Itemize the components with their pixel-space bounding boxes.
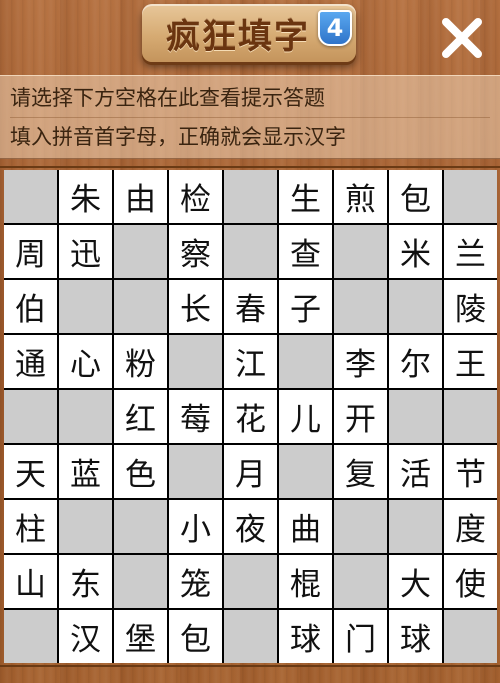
grid-cell[interactable]: 兰	[444, 225, 497, 278]
grid-cell[interactable]: 东	[59, 555, 112, 608]
grid-cell[interactable]: 夜	[224, 500, 277, 553]
hint-line-2: 填入拼音首字母，正确就会显示汉字	[10, 125, 346, 149]
grid-cell[interactable]: 门	[334, 610, 387, 663]
grid-cell-empty[interactable]	[224, 555, 277, 608]
grid-cell-empty[interactable]	[4, 170, 57, 223]
grid-cell[interactable]: 度	[444, 500, 497, 553]
grid-cell[interactable]: 活	[389, 445, 442, 498]
grid-cell[interactable]: 江	[224, 335, 277, 388]
grid-cell[interactable]: 曲	[279, 500, 332, 553]
crossword-grid: 朱由检生煎包周迅察查米兰伯长春子陵通心粉江李尔王红莓花儿开天蓝色月复活节柱小夜曲…	[4, 170, 497, 663]
grid-cell-empty[interactable]	[334, 225, 387, 278]
grid-cell-empty[interactable]	[444, 610, 497, 663]
grid-cell-empty[interactable]	[224, 170, 277, 223]
grid-cell[interactable]: 球	[279, 610, 332, 663]
header-bar: 疯狂填字 4	[0, 0, 500, 75]
grid-cell[interactable]: 开	[334, 390, 387, 443]
grid-cell-empty[interactable]	[4, 610, 57, 663]
grid-cell[interactable]: 迅	[59, 225, 112, 278]
grid-cell[interactable]: 查	[279, 225, 332, 278]
grid-cell[interactable]: 儿	[279, 390, 332, 443]
grid-cell-empty[interactable]	[389, 390, 442, 443]
close-icon	[442, 18, 482, 58]
crossword-board: 朱由检生煎包周迅察查米兰伯长春子陵通心粉江李尔王红莓花儿开天蓝色月复活节柱小夜曲…	[0, 166, 500, 667]
grid-cell[interactable]: 李	[334, 335, 387, 388]
grid-cell-empty[interactable]	[389, 500, 442, 553]
grid-cell-empty[interactable]	[334, 500, 387, 553]
grid-cell[interactable]: 花	[224, 390, 277, 443]
grid-cell[interactable]: 堡	[114, 610, 167, 663]
grid-cell[interactable]: 汉	[59, 610, 112, 663]
hint-panel: 请选择下方空格在此查看提示答题 填入拼音首字母，正确就会显示汉字	[0, 75, 500, 159]
grid-cell[interactable]: 心	[59, 335, 112, 388]
grid-cell[interactable]: 包	[389, 170, 442, 223]
grid-cell[interactable]: 天	[4, 445, 57, 498]
grid-cell-empty[interactable]	[59, 390, 112, 443]
grid-cell[interactable]: 大	[389, 555, 442, 608]
grid-cell[interactable]: 长	[169, 280, 222, 333]
level-badge: 4	[318, 10, 352, 46]
grid-cell-empty[interactable]	[279, 445, 332, 498]
grid-cell[interactable]: 通	[4, 335, 57, 388]
grid-cell-empty[interactable]	[334, 280, 387, 333]
grid-cell[interactable]: 蓝	[59, 445, 112, 498]
grid-cell-empty[interactable]	[114, 500, 167, 553]
grid-cell-empty[interactable]	[224, 610, 277, 663]
grid-cell-empty[interactable]	[169, 335, 222, 388]
grid-cell[interactable]: 节	[444, 445, 497, 498]
grid-cell[interactable]: 复	[334, 445, 387, 498]
grid-cell[interactable]: 笼	[169, 555, 222, 608]
grid-cell[interactable]: 莓	[169, 390, 222, 443]
grid-cell[interactable]: 月	[224, 445, 277, 498]
grid-cell-empty[interactable]	[59, 500, 112, 553]
game-title: 疯狂填字	[166, 16, 310, 57]
hint-line-1: 请选择下方空格在此查看提示答题	[10, 79, 490, 118]
grid-cell[interactable]: 检	[169, 170, 222, 223]
grid-cell[interactable]: 伯	[4, 280, 57, 333]
grid-cell[interactable]: 由	[114, 170, 167, 223]
grid-cell[interactable]: 小	[169, 500, 222, 553]
grid-cell-empty[interactable]	[279, 335, 332, 388]
grid-cell-empty[interactable]	[389, 280, 442, 333]
grid-cell[interactable]: 子	[279, 280, 332, 333]
grid-cell[interactable]: 周	[4, 225, 57, 278]
grid-cell-empty[interactable]	[444, 390, 497, 443]
grid-cell-empty[interactable]	[114, 555, 167, 608]
grid-cell[interactable]: 球	[389, 610, 442, 663]
grid-cell-empty[interactable]	[224, 225, 277, 278]
grid-cell[interactable]: 陵	[444, 280, 497, 333]
close-button[interactable]	[436, 12, 488, 64]
grid-cell-empty[interactable]	[59, 280, 112, 333]
grid-cell[interactable]: 煎	[334, 170, 387, 223]
grid-cell[interactable]: 米	[389, 225, 442, 278]
grid-cell-empty[interactable]	[169, 445, 222, 498]
grid-cell-empty[interactable]	[444, 170, 497, 223]
grid-cell[interactable]: 察	[169, 225, 222, 278]
grid-cell[interactable]: 粉	[114, 335, 167, 388]
grid-cell[interactable]: 红	[114, 390, 167, 443]
grid-cell[interactable]: 朱	[59, 170, 112, 223]
grid-cell[interactable]: 生	[279, 170, 332, 223]
grid-cell[interactable]: 色	[114, 445, 167, 498]
grid-cell[interactable]: 使	[444, 555, 497, 608]
grid-cell[interactable]: 尔	[389, 335, 442, 388]
grid-cell-empty[interactable]	[114, 225, 167, 278]
grid-cell[interactable]: 春	[224, 280, 277, 333]
grid-cell[interactable]: 王	[444, 335, 497, 388]
grid-cell[interactable]: 山	[4, 555, 57, 608]
grid-cell-empty[interactable]	[114, 280, 167, 333]
grid-cell[interactable]: 包	[169, 610, 222, 663]
grid-cell-empty[interactable]	[334, 555, 387, 608]
grid-cell[interactable]: 柱	[4, 500, 57, 553]
grid-cell-empty[interactable]	[4, 390, 57, 443]
grid-cell[interactable]: 棍	[279, 555, 332, 608]
